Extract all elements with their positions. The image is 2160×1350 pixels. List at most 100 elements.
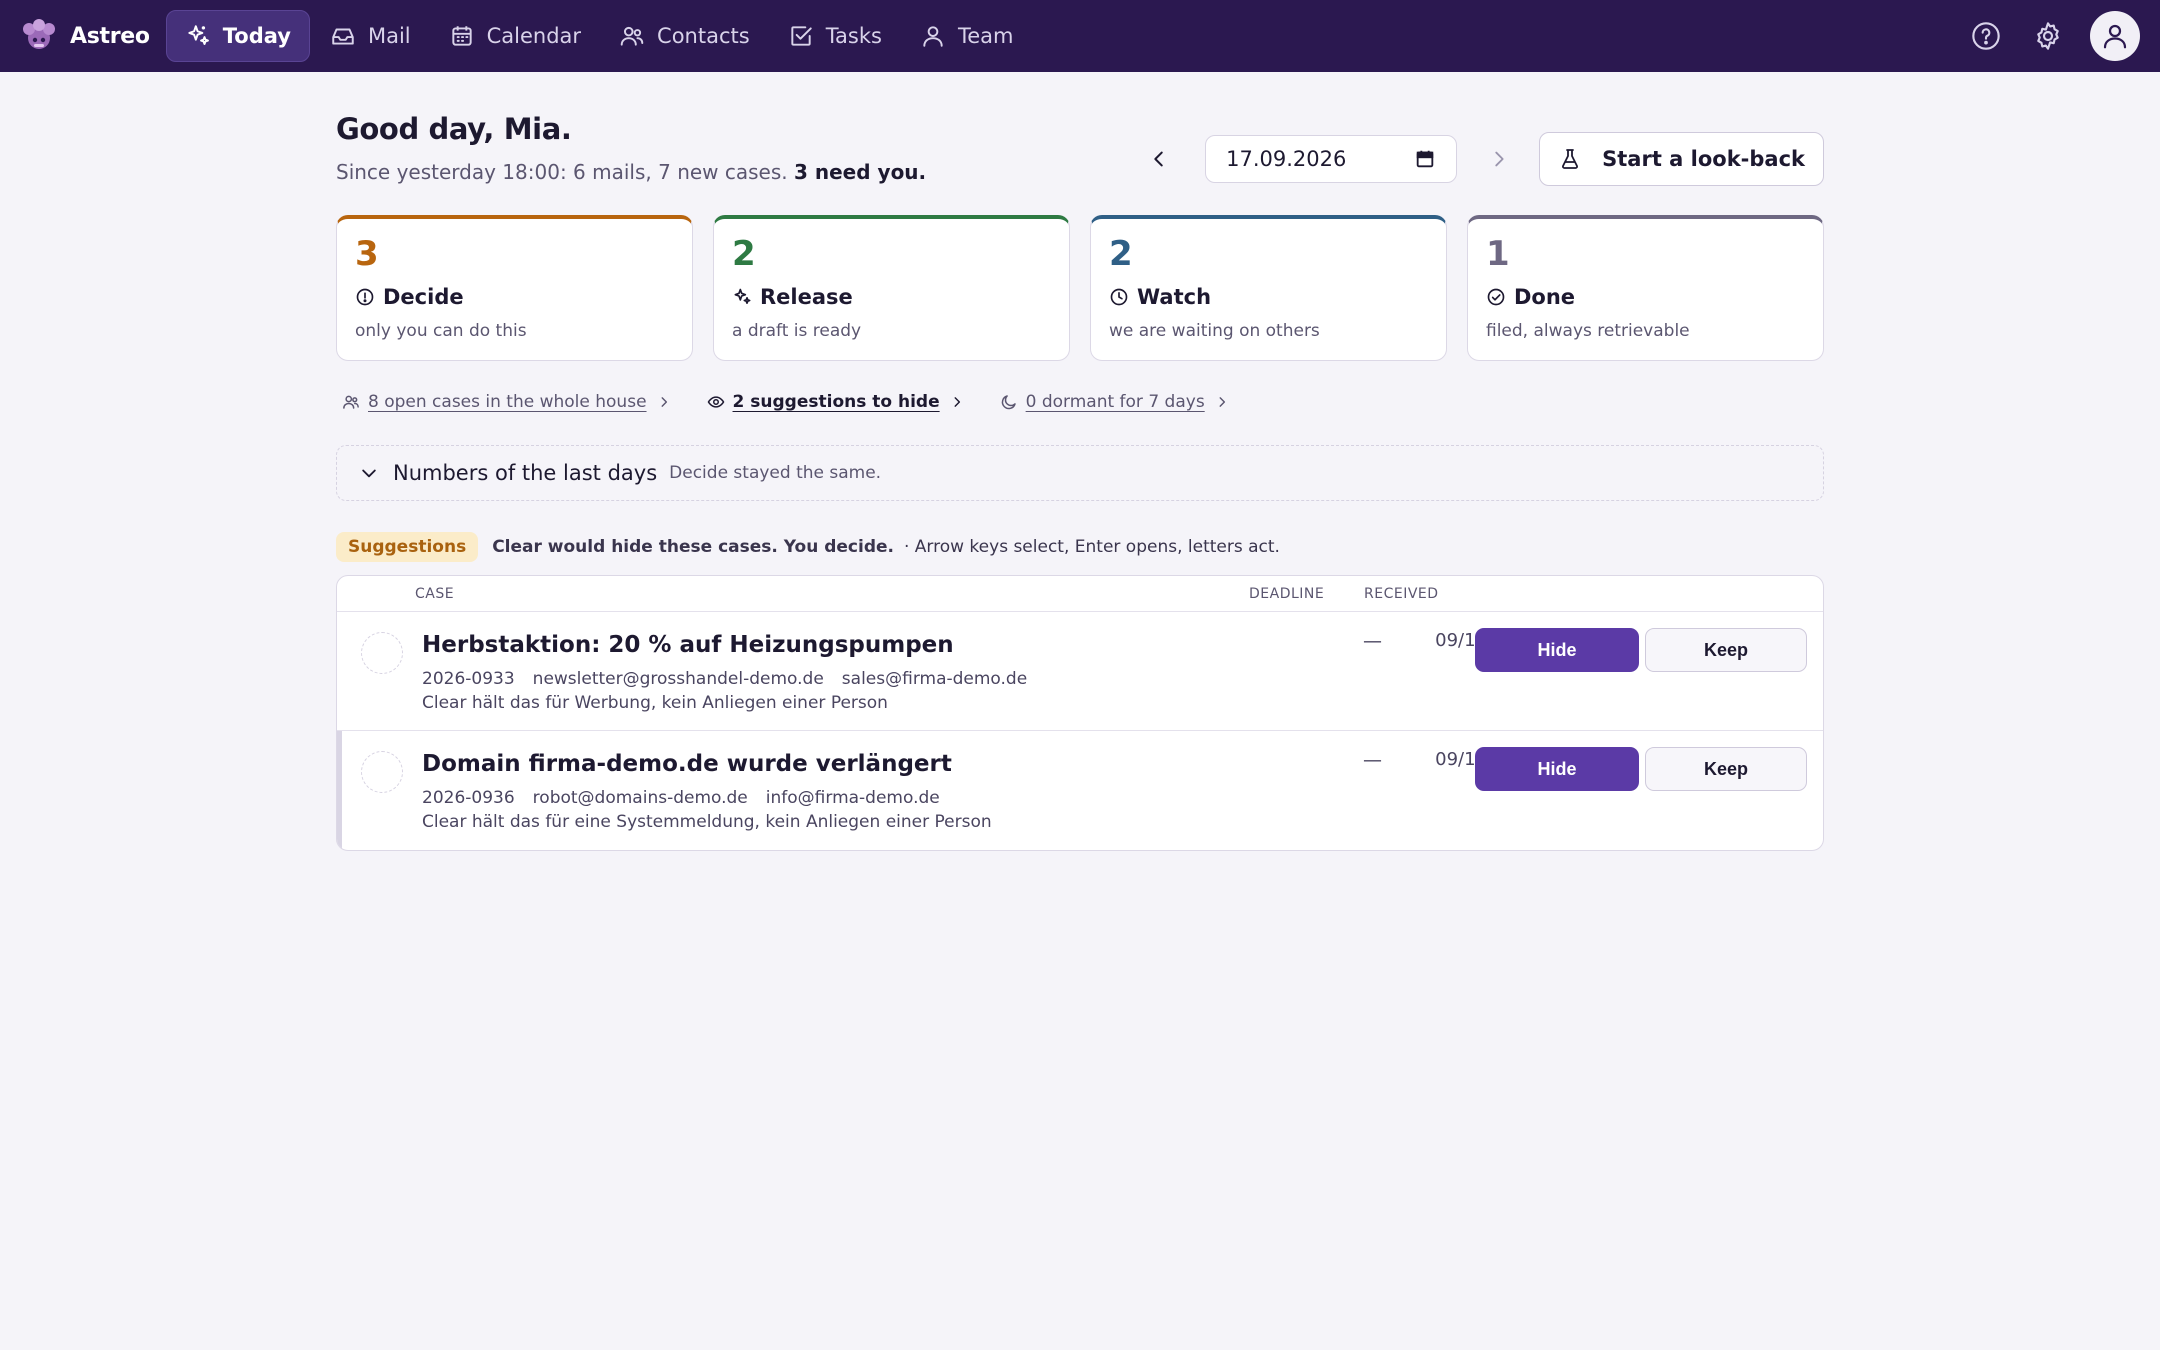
top-navigation-bar: Astreo Today Mail Calendar Contacts Task… bbox=[0, 0, 2160, 72]
nav-item-team[interactable]: Team bbox=[902, 10, 1032, 62]
nav-item-calendar[interactable]: Calendar bbox=[431, 10, 599, 62]
column-header-received: RECEIVED bbox=[1364, 586, 1439, 602]
case-title: Herbstaktion: 20 % auf Heizungspumpen bbox=[422, 632, 954, 658]
card-decide[interactable]: 3 Decide only you can do this bbox=[336, 215, 693, 361]
case-to: info@firma-demo.de bbox=[765, 788, 940, 808]
date-navigation: 17.09.2026 Start a look-back bbox=[1141, 132, 1824, 186]
moon-icon bbox=[1001, 395, 1016, 410]
date-input[interactable]: 17.09.2026 bbox=[1205, 135, 1458, 183]
card-label-text: Release bbox=[760, 285, 853, 309]
user-icon bbox=[923, 26, 943, 47]
case-from: robot@domains-demo.de bbox=[532, 788, 748, 808]
nav-label-team: Team bbox=[957, 24, 1014, 48]
card-release[interactable]: 2 Release a draft is ready bbox=[713, 215, 1070, 361]
summary-strong: 3 need you. bbox=[794, 160, 927, 184]
page-title: Good day, Mia. bbox=[336, 112, 572, 146]
open-cases-link[interactable]: 8 open cases in the whole house bbox=[342, 392, 671, 412]
settings-button[interactable] bbox=[2024, 12, 2072, 60]
sparkles-icon bbox=[188, 25, 209, 45]
card-label-text: Decide bbox=[383, 285, 464, 309]
dormant-text: 0 dormant for 7 days bbox=[1025, 392, 1205, 412]
case-id: 2026-0933 bbox=[422, 669, 515, 689]
avatar[interactable] bbox=[2090, 11, 2140, 61]
nav-label-tasks: Tasks bbox=[825, 24, 882, 48]
nav-label-today: Today bbox=[222, 24, 291, 48]
hide-button[interactable]: Hide bbox=[1475, 747, 1639, 791]
card-label-text: Watch bbox=[1137, 285, 1212, 309]
chevron-right-icon bbox=[954, 397, 960, 407]
nav-item-mail[interactable]: Mail bbox=[312, 10, 429, 62]
checkbox-icon bbox=[791, 26, 812, 46]
column-header-deadline: DEADLINE bbox=[1249, 586, 1325, 602]
suggestions-table: CASE DEADLINE RECEIVED Herbstaktion: 20 … bbox=[336, 575, 1824, 851]
brand-name: Astreo bbox=[70, 23, 150, 49]
main-nav: Today Mail Calendar Contacts Tasks Team bbox=[165, 0, 1034, 72]
hide-button[interactable]: Hide bbox=[1475, 628, 1639, 672]
eye-icon bbox=[707, 396, 724, 408]
card-label: Decide bbox=[355, 285, 674, 309]
chevron-left-icon bbox=[1154, 151, 1163, 167]
case-deadline: — bbox=[1363, 749, 1382, 771]
case-meta: 2026-0936 robot@domains-demo.de info@fir… bbox=[422, 788, 958, 808]
case-received: 09/17 bbox=[1435, 749, 1487, 770]
suggestions-text: 2 suggestions to hide bbox=[732, 392, 940, 412]
users-icon bbox=[620, 26, 644, 46]
previous-day-button[interactable] bbox=[1141, 141, 1177, 177]
numbers-hint: Decide stayed the same. bbox=[669, 463, 882, 483]
open-cases-text: 8 open cases in the whole house bbox=[368, 392, 647, 412]
case-id: 2026-0936 bbox=[422, 788, 515, 808]
case-title: Domain firma-demo.de wurde verlängert bbox=[422, 751, 952, 777]
check-circle-icon bbox=[1487, 288, 1505, 306]
nav-item-tasks[interactable]: Tasks bbox=[770, 10, 900, 62]
users-icon bbox=[343, 395, 359, 409]
suggestions-badge: Suggestions bbox=[336, 532, 479, 562]
card-done[interactable]: 1 Done filed, always retrievable bbox=[1467, 215, 1824, 361]
column-header-case: CASE bbox=[415, 586, 455, 602]
help-button[interactable] bbox=[1962, 12, 2010, 60]
flask-icon bbox=[1562, 149, 1579, 169]
card-count: 2 bbox=[732, 234, 756, 274]
suggestions-link[interactable]: 2 suggestions to hide bbox=[707, 392, 964, 412]
case-reason: Clear hält das für Werbung, kein Anliege… bbox=[422, 693, 888, 713]
card-label: Release bbox=[732, 285, 1051, 309]
start-lookback-button[interactable]: Start a look-back bbox=[1539, 132, 1824, 186]
card-description: filed, always retrievable bbox=[1486, 321, 1690, 341]
case-received: 09/17 bbox=[1435, 630, 1487, 651]
brand[interactable]: Astreo bbox=[20, 17, 150, 55]
chevron-right-icon bbox=[661, 397, 667, 407]
summary-text: Since yesterday 18:00: 6 mails, 7 new ca… bbox=[336, 160, 788, 184]
row-select-checkbox[interactable] bbox=[361, 632, 403, 674]
sparkles-icon bbox=[734, 288, 751, 304]
nav-item-contacts[interactable]: Contacts bbox=[601, 10, 768, 62]
card-count: 2 bbox=[1109, 234, 1133, 274]
keep-button[interactable]: Keep bbox=[1645, 747, 1807, 791]
case-reason: Clear hält das für eine Systemmeldung, k… bbox=[422, 812, 992, 832]
card-watch[interactable]: 2 Watch we are waiting on others bbox=[1090, 215, 1447, 361]
card-label: Done bbox=[1486, 285, 1805, 309]
calendar-picker-icon[interactable] bbox=[1414, 148, 1436, 170]
card-description: only you can do this bbox=[355, 321, 527, 341]
keep-button[interactable]: Keep bbox=[1645, 628, 1807, 672]
card-label: Watch bbox=[1109, 285, 1428, 309]
nav-item-today[interactable]: Today bbox=[165, 10, 310, 62]
row-select-checkbox[interactable] bbox=[361, 751, 403, 793]
suggestions-text: Clear would hide these cases. You decide… bbox=[492, 537, 894, 557]
keyboard-hint: · Arrow keys select, Enter opens, letter… bbox=[903, 537, 1280, 557]
numbers-collapsible[interactable]: Numbers of the last days Decide stayed t… bbox=[336, 445, 1824, 501]
card-count: 1 bbox=[1486, 234, 1510, 274]
nav-label-calendar: Calendar bbox=[486, 24, 582, 48]
card-description: a draft is ready bbox=[732, 321, 862, 341]
help-icon bbox=[1972, 22, 2000, 50]
lookback-label: Start a look-back bbox=[1602, 147, 1805, 171]
gear-icon bbox=[2037, 22, 2059, 50]
table-row[interactable]: Domain firma-demo.de wurde verlängert 20… bbox=[337, 731, 1823, 850]
card-label-text: Done bbox=[1514, 285, 1576, 309]
next-day-button[interactable] bbox=[1481, 141, 1517, 177]
table-row[interactable]: Herbstaktion: 20 % auf Heizungspumpen 20… bbox=[337, 612, 1823, 731]
user-avatar-icon bbox=[2103, 24, 2127, 49]
dormant-link[interactable]: 0 dormant for 7 days bbox=[1000, 392, 1229, 412]
case-from: newsletter@grosshandel-demo.de bbox=[532, 669, 824, 689]
card-description: we are waiting on others bbox=[1109, 321, 1320, 341]
table-header: CASE DEADLINE RECEIVED bbox=[337, 576, 1823, 612]
quick-links: 8 open cases in the whole house 2 sugges… bbox=[342, 392, 1265, 412]
